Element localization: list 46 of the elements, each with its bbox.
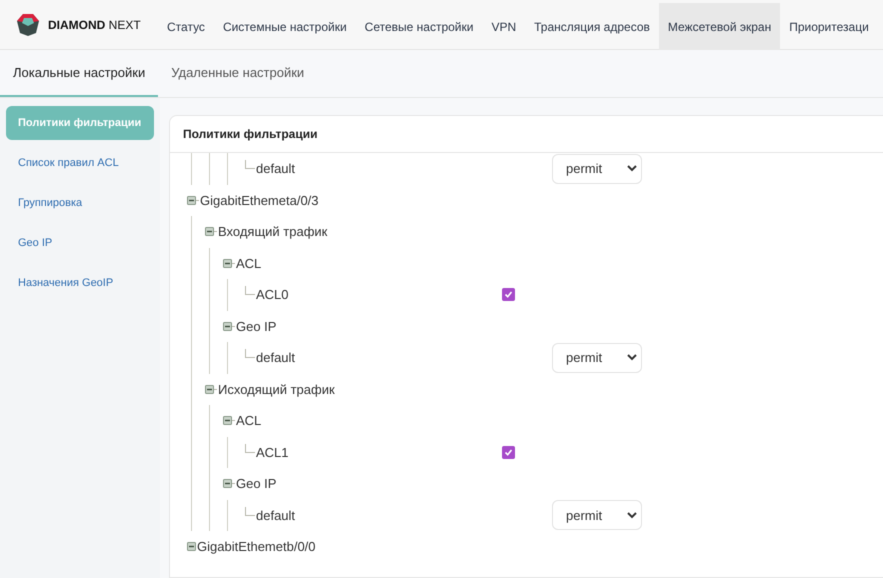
tree-label: default <box>256 506 296 524</box>
policy-select[interactable]: permit <box>552 342 642 373</box>
collapse-icon[interactable] <box>205 384 214 394</box>
nav-tab[interactable]: Системные настройки <box>214 3 356 50</box>
check-icon <box>504 290 513 300</box>
collapse-icon[interactable] <box>187 196 196 205</box>
sidebar-item[interactable]: Список правил ACL <box>6 146 154 180</box>
tree-label: GigabitEthemeta/0/3 <box>200 192 319 210</box>
tree-label: Geo IP <box>236 318 276 336</box>
collapse-icon[interactable] <box>223 416 232 426</box>
collapse-icon[interactable] <box>187 542 196 552</box>
policy-select[interactable]: permit <box>552 500 642 530</box>
nav-tab[interactable]: VPN <box>482 3 526 50</box>
sub-tab[interactable]: Удаленные настройки <box>158 50 318 97</box>
collapse-icon[interactable] <box>223 258 232 268</box>
chevron-down-icon <box>627 354 637 362</box>
tree-label: ACL <box>236 412 262 430</box>
nav-tab[interactable]: Межсетевой экран <box>658 3 780 50</box>
tree-label: ACL1 <box>256 444 289 462</box>
panel-title: Политики фильтрации <box>183 126 318 143</box>
collapse-icon[interactable] <box>223 322 232 331</box>
check-icon <box>504 448 513 457</box>
tree-label: Исходящий трафик <box>218 380 335 399</box>
tree-label: ACL0 <box>256 286 289 304</box>
collapse-icon[interactable] <box>223 479 232 488</box>
sidebar-item[interactable]: Группировка <box>6 186 154 220</box>
chevron-down-icon <box>627 512 637 519</box>
tree-label: Geo IP <box>236 475 276 493</box>
tree-label: default <box>256 349 296 367</box>
nav-tab[interactable]: Трансляция адресов <box>525 3 659 50</box>
chevron-down-icon <box>627 165 637 172</box>
checkbox[interactable] <box>502 288 515 302</box>
nav-tab[interactable]: Приоритезаци <box>780 3 878 50</box>
sidebar-item[interactable]: Geo IP <box>6 226 154 260</box>
brand-name: DIAMOND NEXT <box>48 16 141 34</box>
tree-label: GigabitEthemetb/0/0 <box>197 538 316 556</box>
tree-label: default <box>256 160 296 178</box>
policy-select[interactable]: permit <box>552 154 642 184</box>
logo-icon <box>16 12 40 36</box>
sidebar-item[interactable]: Назначения GeoIP <box>6 266 154 300</box>
nav-tab[interactable]: Сетевые настройки <box>356 3 482 50</box>
nav-tab[interactable]: Статус <box>158 3 214 50</box>
collapse-icon[interactable] <box>205 227 214 236</box>
checkbox[interactable] <box>502 446 515 459</box>
tree-label: ACL <box>236 254 262 272</box>
tree-label: Входящий трафик <box>218 223 328 241</box>
